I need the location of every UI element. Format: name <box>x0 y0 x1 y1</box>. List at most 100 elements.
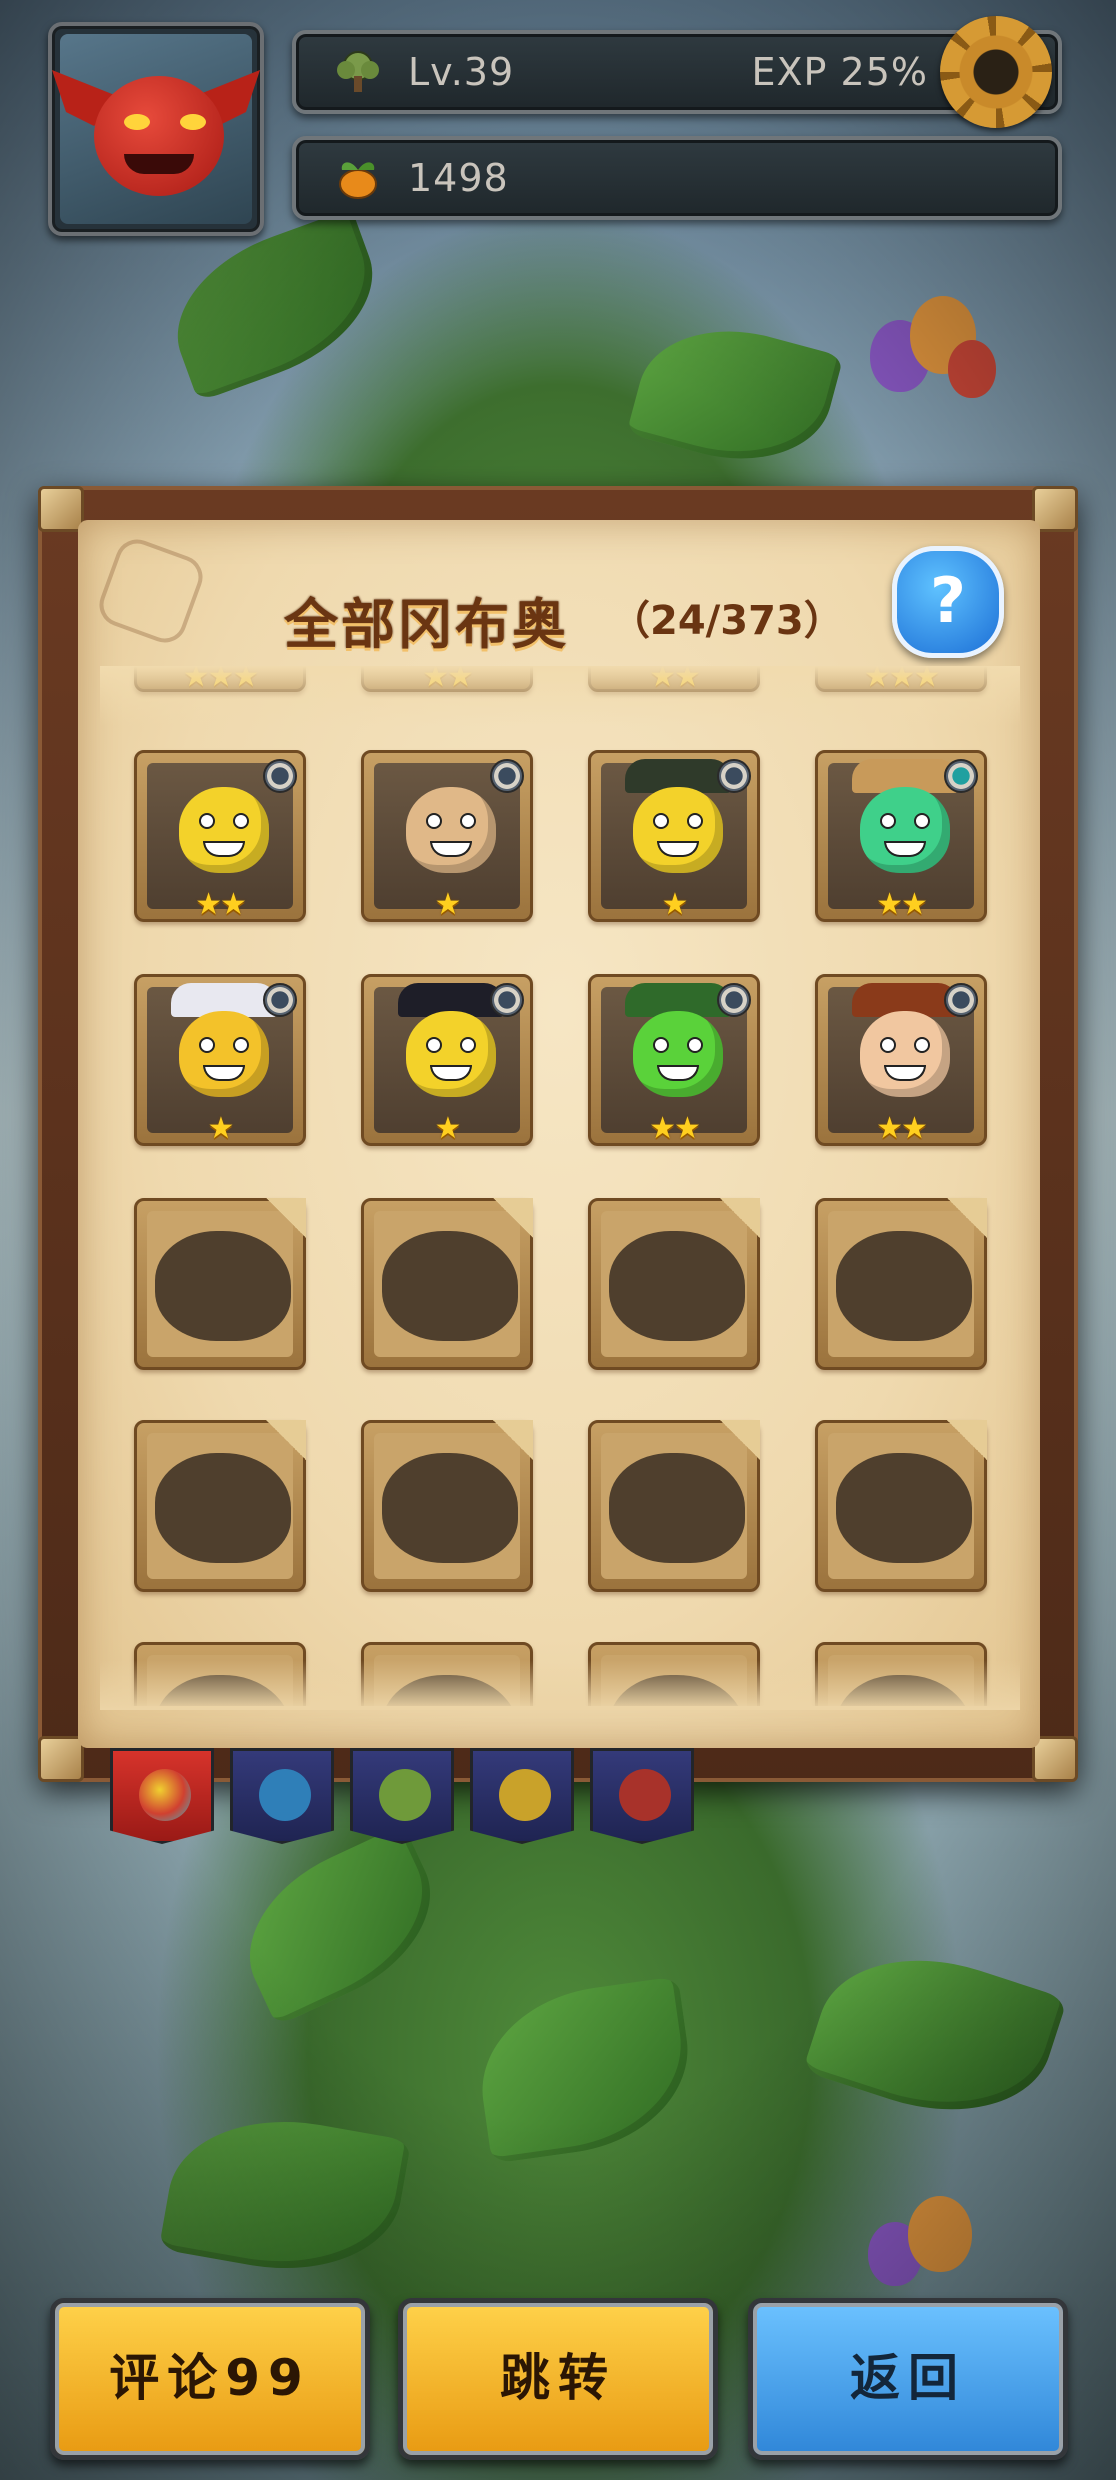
tab-red[interactable] <box>590 1748 694 1844</box>
character-silhouette <box>609 1453 745 1563</box>
card-fold <box>947 1420 987 1460</box>
comment-button[interactable]: 评论99 <box>50 2298 370 2460</box>
locked-character-card[interactable] <box>361 1420 533 1592</box>
locked-character-card[interactable] <box>815 1642 987 1706</box>
class-badge-icon <box>717 983 751 1017</box>
character-card[interactable]: ★★ <box>815 750 987 922</box>
locked-character-card[interactable] <box>361 1198 533 1370</box>
character-eye <box>426 813 442 829</box>
character-mouth <box>657 841 699 857</box>
yellow-faction-icon <box>499 1769 551 1821</box>
question-icon[interactable]: ? <box>892 546 1004 658</box>
character-card[interactable]: ★★ <box>361 666 533 693</box>
character-portrait <box>179 1011 269 1097</box>
star-rating: ★★ <box>649 666 701 694</box>
character-card[interactable]: ★★★ <box>815 666 987 694</box>
star-rating: ★★ <box>876 887 928 922</box>
red-faction-icon <box>619 1769 671 1821</box>
character-card[interactable]: ★ <box>588 750 760 922</box>
card-fold <box>720 1420 760 1460</box>
class-badge-icon <box>717 759 751 793</box>
star-rating: ★ <box>434 887 462 922</box>
character-portrait <box>633 787 723 873</box>
player-avatar[interactable] <box>48 22 264 236</box>
level-text: Lv.39 <box>408 50 515 94</box>
character-grid[interactable]: ★★★ ★★ ★★ ★★★ ★★ ★ ★ ★★ ★ ★ ★★ ★★ <box>100 666 1020 1706</box>
class-badge-icon <box>490 759 524 793</box>
page-title: 全部冈布奥 <box>284 593 569 656</box>
character-silhouette <box>382 1453 518 1563</box>
character-eye <box>880 1037 896 1053</box>
star-rating: ★★★ <box>863 666 941 694</box>
panel-corner <box>38 486 84 532</box>
character-eye <box>460 813 476 829</box>
locked-character-card[interactable] <box>134 1420 306 1592</box>
avatar-character <box>94 76 224 196</box>
character-card[interactable]: ★ <box>361 974 533 1146</box>
character-eye <box>653 1037 669 1053</box>
character-mouth <box>884 1065 926 1081</box>
locked-character-card[interactable] <box>588 1420 760 1592</box>
character-portrait <box>633 1011 723 1097</box>
character-portrait <box>860 1011 950 1097</box>
star-rating: ★ <box>207 1111 235 1146</box>
card-fold <box>266 1420 306 1460</box>
character-card[interactable]: ★★ <box>588 974 760 1146</box>
character-eye <box>460 1037 476 1053</box>
character-card[interactable]: ★★★ <box>134 666 306 693</box>
character-card[interactable]: ★ <box>134 974 306 1146</box>
tab-blue[interactable] <box>230 1748 334 1844</box>
character-silhouette <box>155 1231 291 1341</box>
class-badge-icon <box>944 983 978 1017</box>
character-silhouette <box>836 1231 972 1341</box>
character-card[interactable]: ★★ <box>588 666 760 694</box>
fruit-icon <box>339 162 377 199</box>
locked-character-card[interactable] <box>361 1642 533 1706</box>
gear-icon[interactable] <box>940 16 1052 128</box>
jump-button[interactable]: 跳转 <box>398 2298 718 2460</box>
collection-count: （24/373） <box>610 598 844 644</box>
star-rating: ★ <box>434 1111 462 1146</box>
locked-character-card[interactable] <box>134 1198 306 1370</box>
card-fold <box>947 1198 987 1238</box>
card-fold <box>493 1198 533 1238</box>
character-eye <box>687 813 703 829</box>
panel-corner <box>38 1736 84 1782</box>
green-faction-icon <box>379 1769 431 1821</box>
character-portrait <box>860 787 950 873</box>
character-mouth <box>203 1065 245 1081</box>
star-rating: ★★ <box>876 1111 928 1146</box>
exp-text: EXP 25% <box>751 50 928 94</box>
character-card[interactable]: ★ <box>361 750 533 922</box>
card-fold <box>266 1198 306 1238</box>
avatar-eye <box>180 114 206 130</box>
locked-character-card[interactable] <box>815 1198 987 1370</box>
card-fold <box>493 1420 533 1460</box>
blue-faction-icon <box>259 1769 311 1821</box>
character-card[interactable]: ★★ <box>134 750 306 922</box>
all-characters-icon <box>139 1769 191 1821</box>
character-mouth <box>430 1065 472 1081</box>
character-portrait <box>406 1011 496 1097</box>
tab-all[interactable] <box>110 1748 214 1844</box>
character-eye <box>233 1037 249 1053</box>
locked-character-card[interactable] <box>588 1198 760 1370</box>
character-portrait <box>179 787 269 873</box>
locked-character-card[interactable] <box>588 1642 760 1706</box>
locked-character-card[interactable] <box>134 1642 306 1706</box>
class-badge-icon <box>263 759 297 793</box>
character-eye <box>653 813 669 829</box>
character-eye <box>199 1037 215 1053</box>
tab-green[interactable] <box>350 1748 454 1844</box>
character-portrait <box>406 787 496 873</box>
character-eye <box>687 1037 703 1053</box>
panel-corner <box>1032 1736 1078 1782</box>
character-eye <box>199 813 215 829</box>
locked-character-card[interactable] <box>815 1420 987 1592</box>
character-eye <box>914 1037 930 1053</box>
back-button[interactable]: 返回 <box>748 2298 1068 2460</box>
tab-yellow[interactable] <box>470 1748 574 1844</box>
character-eye <box>233 813 249 829</box>
character-card[interactable]: ★★ <box>815 974 987 1146</box>
class-badge-icon <box>944 759 978 793</box>
